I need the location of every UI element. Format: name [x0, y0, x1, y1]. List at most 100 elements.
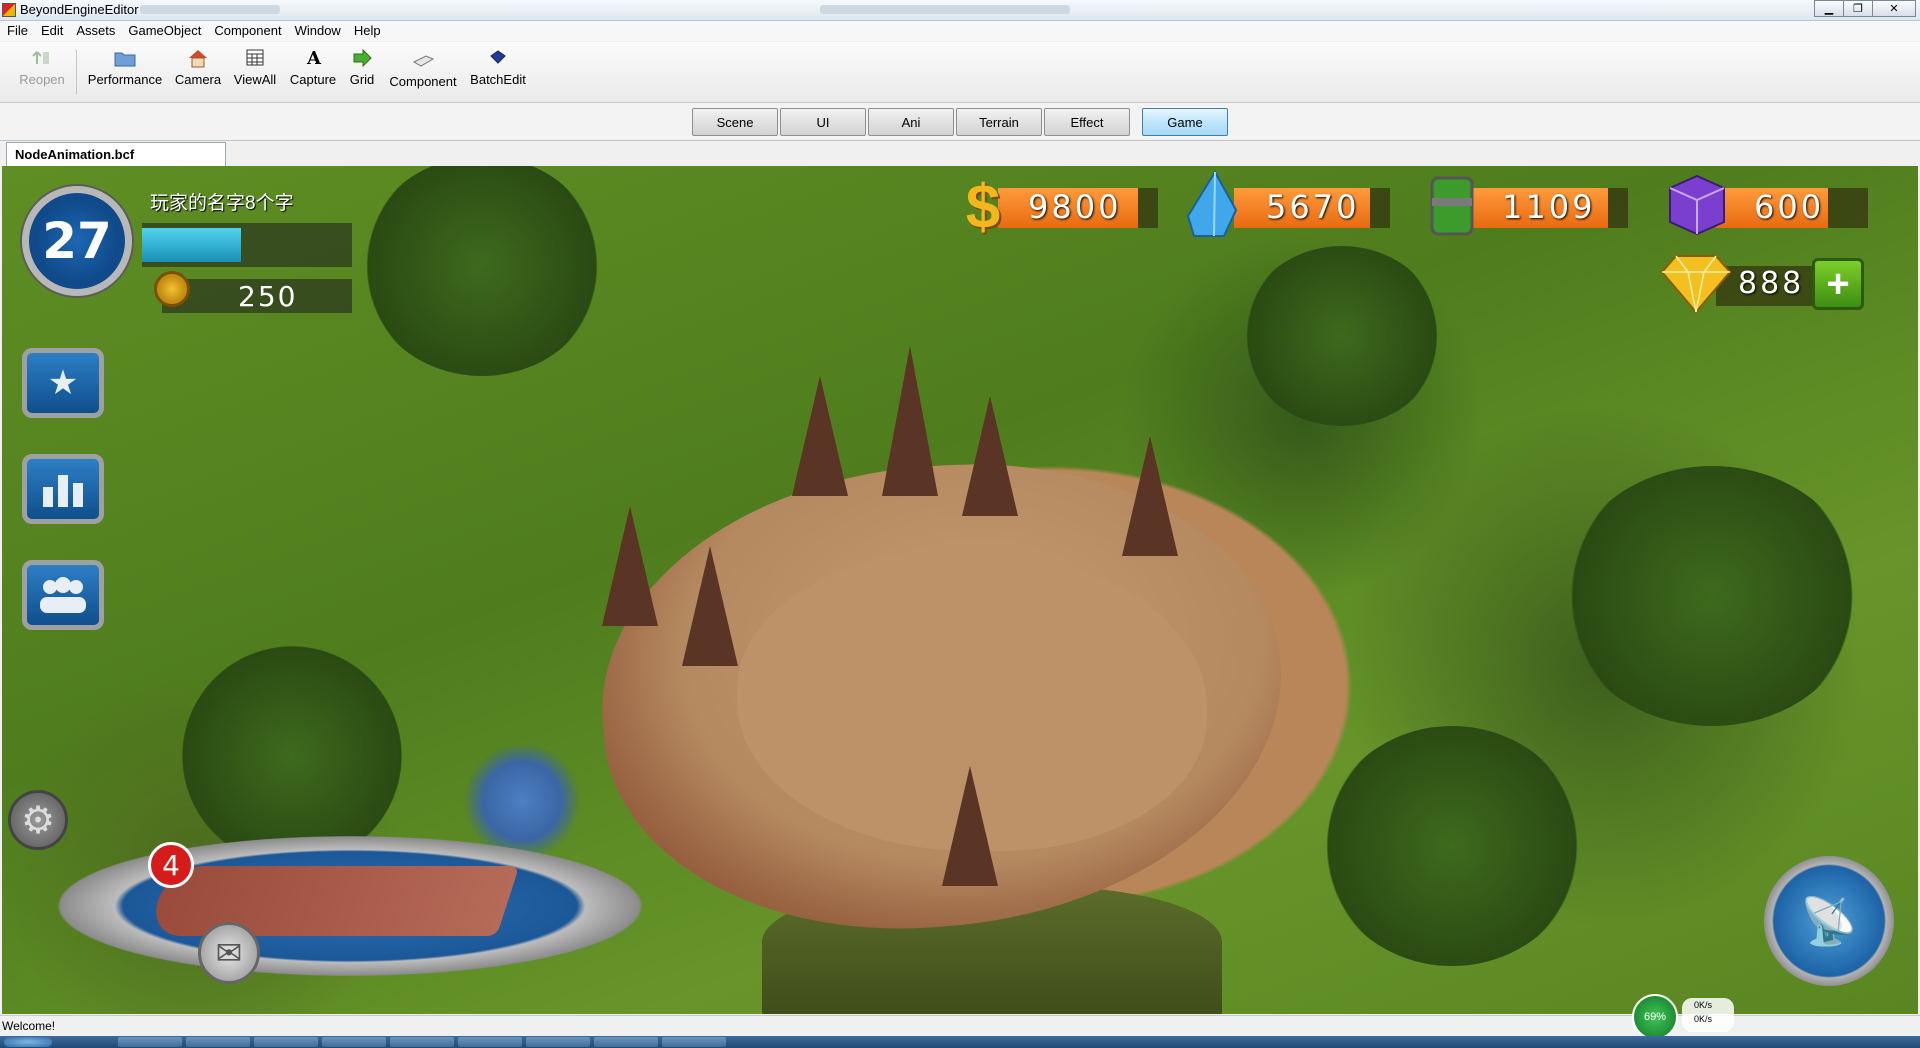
toolbar-separator — [76, 50, 77, 94]
taskbar-item[interactable] — [254, 1037, 318, 1047]
menu-window[interactable]: Window — [288, 21, 347, 38]
social-button[interactable] — [22, 560, 104, 630]
batchedit-button[interactable]: BatchEdit — [468, 48, 528, 87]
taskbar-item[interactable] — [458, 1037, 522, 1047]
satellite-dish-icon: 📡 — [1800, 894, 1858, 947]
achievements-button[interactable]: ★ — [22, 348, 104, 418]
start-button[interactable] — [4, 1037, 52, 1047]
grid-label: Grid — [349, 72, 375, 87]
green-arrow-icon — [353, 48, 372, 68]
tab-effect[interactable]: Effect — [1044, 108, 1130, 136]
title-bar: BeyondEngineEditor ▁ ❐ ✕ — [0, 0, 1920, 21]
rankings-button[interactable] — [22, 454, 104, 524]
taskbar-item[interactable] — [662, 1037, 726, 1047]
taskbar-item[interactable] — [322, 1037, 386, 1047]
app-icon — [2, 3, 16, 17]
close-button[interactable]: ✕ — [1872, 0, 1916, 17]
group-icon — [40, 577, 86, 613]
minimize-button[interactable]: ▁ — [1814, 0, 1844, 17]
tab-terrain[interactable]: Terrain — [956, 108, 1042, 136]
document-tab-bar: NodeAnimation.bcf — [0, 141, 1920, 166]
minimize-icon: ▁ — [1824, 3, 1834, 15]
download-rate: 0K/s — [1694, 1014, 1713, 1024]
taskbar-item[interactable] — [118, 1037, 182, 1047]
mail-button[interactable]: ✉ — [198, 922, 260, 984]
plus-icon: + — [1826, 261, 1850, 306]
component-label: Component — [389, 74, 457, 89]
restore-icon: ❐ — [1853, 3, 1863, 15]
os-taskbar — [0, 1036, 1920, 1048]
menu-help[interactable]: Help — [347, 21, 387, 38]
xp-bar-fill — [142, 228, 241, 262]
reopen-button[interactable]: Reopen — [14, 48, 70, 87]
house-icon — [189, 50, 207, 68]
reopen-label: Reopen — [19, 72, 65, 87]
performance-label: Performance — [87, 72, 163, 87]
batchedit-label: BatchEdit — [470, 72, 526, 87]
reopen-icon — [32, 51, 49, 64]
network-meter: 69% 0K/s 0K/s — [1632, 994, 1734, 1040]
thorn-spike — [792, 376, 848, 496]
letter-a-icon: A — [306, 48, 322, 68]
fuel-value: 1109 — [1502, 188, 1596, 226]
envelope-icon: ✉ — [215, 935, 243, 971]
window-title: BeyondEngineEditor — [20, 2, 139, 17]
menu-file[interactable]: File — [0, 21, 34, 38]
menu-component[interactable]: Component — [207, 21, 287, 38]
menu-edit[interactable]: Edit — [34, 21, 69, 38]
bar-chart-icon — [43, 475, 83, 507]
mode-tab-bar: Scene UI Ani Terrain Effect Game — [0, 103, 1920, 141]
taskbar-item[interactable] — [186, 1037, 250, 1047]
blue-gem-icon — [490, 50, 506, 64]
purple-cube-icon — [1669, 174, 1725, 236]
thorn-spike — [682, 546, 738, 666]
viewall-button[interactable]: ViewAll — [230, 48, 280, 87]
tab-ui[interactable]: UI — [780, 108, 866, 136]
jungle-foliage — [1322, 726, 1582, 966]
diamond-icon — [1660, 255, 1732, 314]
tab-scene[interactable]: Scene — [692, 108, 778, 136]
star-icon: ★ — [47, 364, 79, 402]
menu-assets[interactable]: Assets — [69, 21, 121, 38]
performance-button[interactable]: Performance — [86, 48, 164, 87]
viewall-label: ViewAll — [233, 72, 277, 87]
player-units — [442, 746, 602, 856]
tab-ani[interactable]: Ani — [868, 108, 954, 136]
card-icon — [412, 55, 434, 67]
blurred-title-text — [140, 5, 280, 14]
restore-button[interactable]: ❐ — [1843, 0, 1873, 17]
jungle-foliage — [182, 646, 402, 866]
toolbar: Reopen Performance Camera ViewAll A Capt… — [0, 42, 1920, 103]
thorn-spike — [602, 506, 658, 626]
settings-button[interactable]: ⚙ — [8, 790, 68, 850]
crystal-value: 5670 — [1266, 188, 1360, 226]
component-button[interactable]: Component — [386, 50, 460, 89]
svg-text:A: A — [306, 48, 322, 68]
jungle-foliage — [1242, 246, 1442, 426]
camera-button[interactable]: Camera — [172, 48, 224, 87]
jungle-foliage — [1562, 466, 1862, 726]
notification-badge: 4 — [148, 842, 194, 888]
gear-icon: ⚙ — [20, 799, 56, 842]
status-message: Welcome! — [2, 1019, 56, 1033]
game-viewport[interactable]: 27 玩家的名字8个字 250 ★ ⚙ $ 9800 5670 1109 600… — [2, 166, 1918, 1014]
folder-icon — [114, 52, 136, 67]
medal-value: 250 — [238, 280, 298, 313]
menu-gameobject[interactable]: GameObject — [121, 21, 207, 38]
document-tab[interactable]: NodeAnimation.bcf — [6, 142, 226, 166]
add-diamonds-button[interactable]: + — [1812, 258, 1864, 310]
diamond-value: 888 — [1738, 266, 1805, 301]
thorn-spike — [942, 766, 998, 886]
tab-game[interactable]: Game — [1142, 108, 1228, 136]
close-icon: ✕ — [1889, 3, 1899, 15]
radar-button[interactable]: 📡 — [1764, 856, 1894, 986]
taskbar-item[interactable] — [526, 1037, 590, 1047]
taskbar-item[interactable] — [594, 1037, 658, 1047]
blurred-window-title — [820, 5, 1070, 14]
grid-button[interactable]: Grid — [346, 48, 378, 87]
taskbar-item[interactable] — [390, 1037, 454, 1047]
thorn-spike — [882, 346, 938, 496]
capture-button[interactable]: A Capture — [286, 48, 340, 87]
thorn-spike — [962, 396, 1018, 516]
gold-coin-icon: $ — [965, 172, 1001, 242]
